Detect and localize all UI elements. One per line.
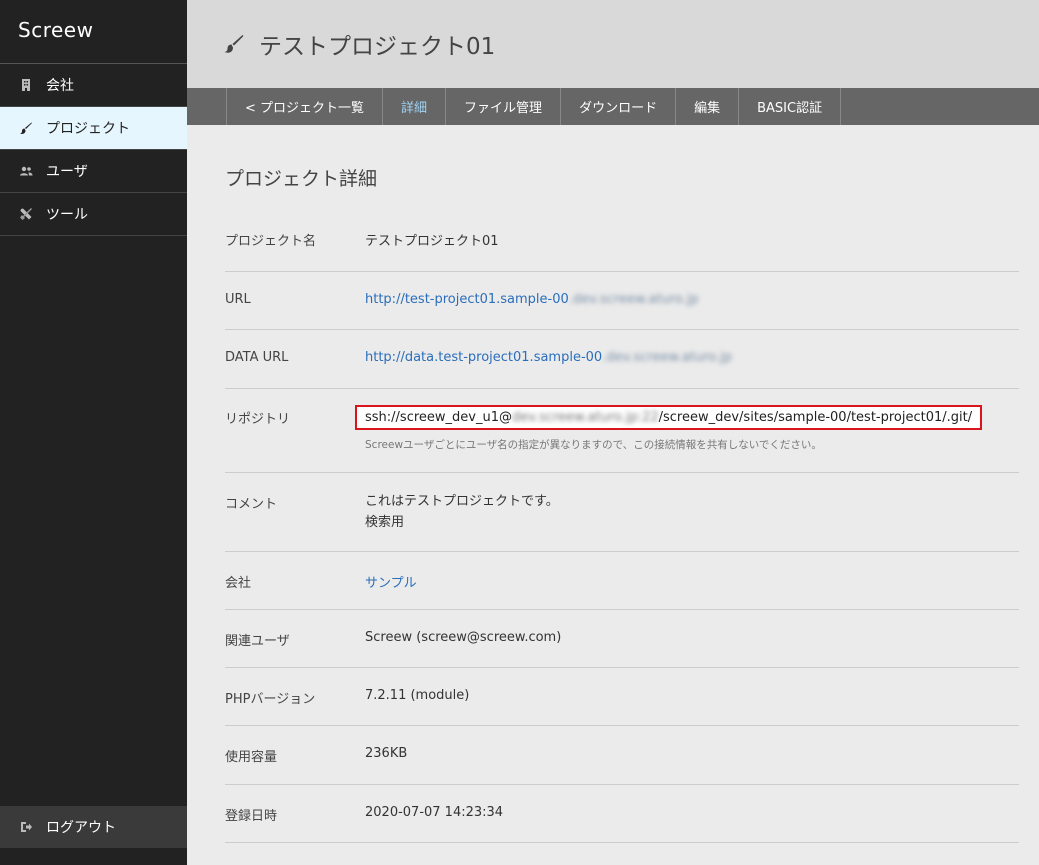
sidebar-item-label: プロジェクト (46, 121, 130, 137)
detail-row-name: プロジェクト名 テストプロジェクト01 (225, 214, 1019, 272)
logout-icon (18, 819, 34, 835)
tab-detail[interactable]: 詳細 (382, 88, 445, 125)
repository-url[interactable]: ssh://screew_dev_u1@dev.screew.aturo.jp:… (355, 405, 983, 430)
detail-row-comment: コメント これはテストプロジェクトです。 検索用 (225, 473, 1019, 552)
repository-value: ssh://screew_dev_u1@dev.screew.aturo.jp:… (355, 405, 1019, 472)
data-url-value: http://data.test-project01.sample-00.dev… (365, 350, 1019, 388)
row-label: コメント (225, 497, 278, 512)
company-value: サンプル (365, 572, 1019, 609)
logout-label: ログアウト (46, 820, 116, 836)
detail-row-company: 会社 サンプル (225, 552, 1019, 610)
sidebar-item-company[interactable]: 会社 (0, 64, 187, 107)
sidebar-item-label: ツール (46, 207, 88, 223)
tools-icon (18, 206, 34, 222)
brand-logo[interactable]: Screew (0, 0, 187, 64)
detail-row-user: 関連ユーザ Screew (screew@screew.com) (225, 610, 1019, 668)
row-label: リポジトリ (225, 412, 291, 427)
tab-bar: < プロジェクト一覧 詳細 ファイル管理 ダウンロード 編集 BASIC認証 (187, 88, 1039, 125)
row-label: 関連ユーザ (225, 634, 290, 649)
blurred-domain: .dev.screew.aturo.jp (568, 292, 699, 307)
tab-download[interactable]: ダウンロード (560, 88, 675, 125)
row-label: 会社 (225, 576, 252, 591)
row-label: DATA URL (225, 350, 289, 365)
page-header: テストプロジェクト01 (187, 0, 1039, 88)
url-value: http://test-project01.sample-00.dev.scre… (365, 292, 1019, 329)
usage-value: 236KB (365, 746, 408, 761)
page-title: テストプロジェクト01 (259, 34, 496, 60)
sidebar-item-label: ユーザ (46, 164, 88, 180)
project-url-link[interactable]: http://test-project01.sample-00.dev.scre… (365, 292, 699, 307)
comment-line: 検索用 (365, 515, 405, 530)
tab-basic-auth[interactable]: BASIC認証 (738, 88, 842, 125)
blurred-host: dev.screew.aturo.jp:22 (512, 410, 659, 425)
row-label: PHPバージョン (225, 692, 316, 707)
data-url-link[interactable]: http://data.test-project01.sample-00.dev… (365, 350, 732, 365)
row-label: URL (225, 292, 251, 307)
building-icon (18, 77, 34, 93)
company-link[interactable]: サンプル (365, 576, 417, 591)
sidebar: Screew 会社 プロジェクト ユーザ ツール ログアウト (0, 0, 187, 865)
detail-row-repository: リポジトリ ssh://screew_dev_u1@dev.screew.atu… (225, 389, 1019, 473)
detail-row-usage: 使用容量 236KB (225, 726, 1019, 785)
brush-icon (223, 33, 245, 55)
tab-file-management[interactable]: ファイル管理 (445, 88, 560, 125)
created-value: 2020-07-07 14:23:34 (365, 805, 504, 820)
php-value: 7.2.11 (module) (365, 688, 470, 703)
users-icon (18, 163, 34, 179)
tab-project-list[interactable]: < プロジェクト一覧 (226, 88, 382, 125)
logout-button[interactable]: ログアウト (0, 806, 187, 848)
sidebar-item-project[interactable]: プロジェクト (0, 107, 187, 150)
project-detail: プロジェクト詳細 プロジェクト名 テストプロジェクト01 URL http://… (225, 125, 1019, 843)
comment-value: これはテストプロジェクトです。 検索用 (365, 491, 1019, 551)
tab-edit[interactable]: 編集 (675, 88, 738, 125)
blurred-domain: .dev.screew.aturo.jp (602, 350, 733, 365)
sidebar-item-tools[interactable]: ツール (0, 193, 187, 236)
sidebar-item-users[interactable]: ユーザ (0, 150, 187, 193)
comment-line: これはテストプロジェクトです。 (365, 494, 559, 509)
project-name-value: テストプロジェクト01 (365, 234, 499, 249)
row-label: 使用容量 (225, 750, 278, 765)
row-label: プロジェクト名 (225, 234, 317, 249)
detail-row-data-url: DATA URL http://data.test-project01.samp… (225, 330, 1019, 389)
repository-note: Screewユーザごとにユーザ名の指定が異なりますので、この接続情報を共有しない… (365, 439, 822, 451)
user-value: Screew (screew@screew.com) (365, 630, 562, 645)
sidebar-item-label: 会社 (46, 78, 74, 94)
brush-icon (18, 120, 34, 136)
detail-row-php: PHPバージョン 7.2.11 (module) (225, 668, 1019, 726)
detail-row-created: 登録日時 2020-07-07 14:23:34 (225, 785, 1019, 843)
section-title: プロジェクト詳細 (225, 168, 378, 190)
row-label: 登録日時 (225, 809, 278, 824)
detail-row-url: URL http://test-project01.sample-00.dev.… (225, 272, 1019, 330)
